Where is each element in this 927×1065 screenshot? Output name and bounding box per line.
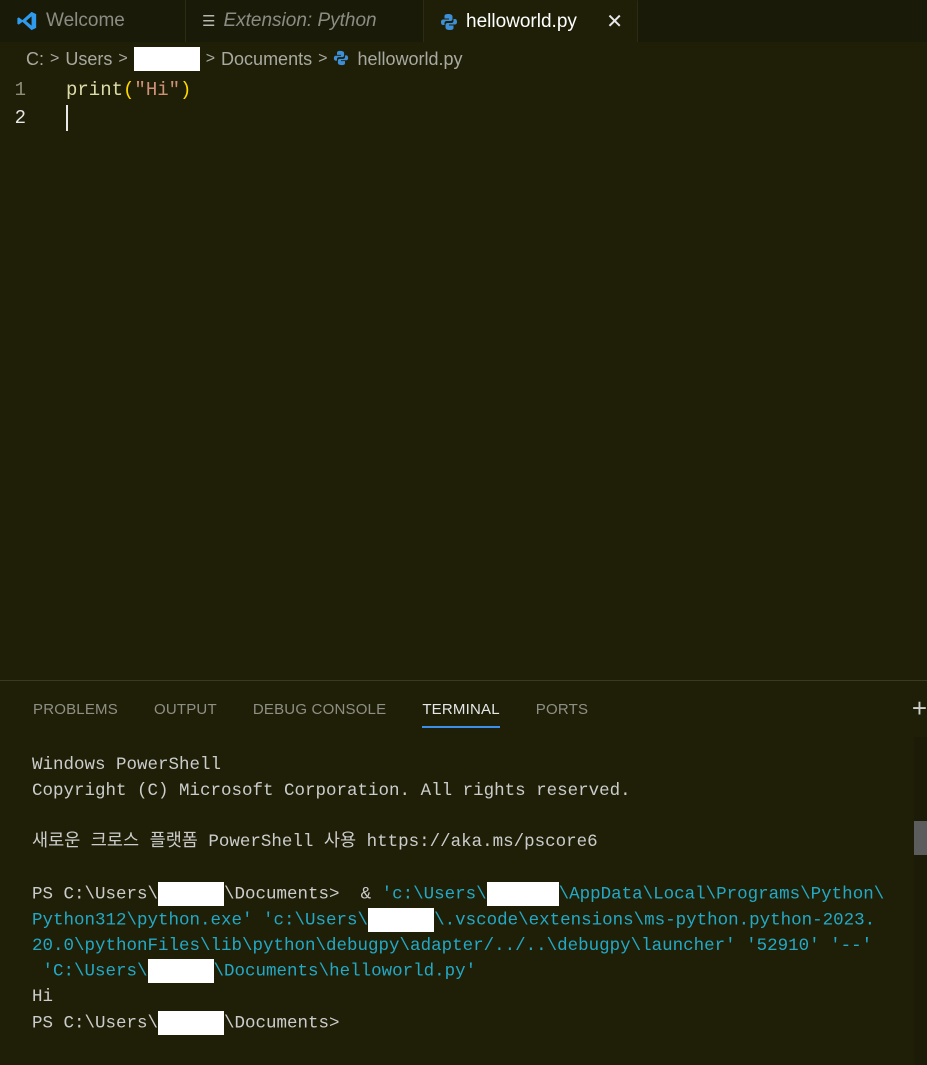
token-paren: ) [180,79,192,101]
chevron-right-icon: > [205,50,216,67]
terminal-line: 20.0\pythonFiles\lib\python\debugpy\adap… [32,935,873,956]
tab-extension-python-label: Extension: Python [223,10,377,31]
terminal-line: Python312\python.exe' 'c:\Users\ \.vscode… [32,907,892,934]
token-function: print [66,79,124,101]
breadcrumb-documents[interactable]: Documents [221,49,312,70]
tab-helloworld[interactable]: helloworld.py ✕ [424,0,638,42]
editor-tab-bar: Welcome ☰ Extension: Python helloworld.p… [0,0,927,42]
redacted-username [486,881,559,906]
chevron-right-icon: > [318,50,328,67]
terminal-scrollbar[interactable] [914,737,927,1065]
panel-tab-bar: PROBLEMS OUTPUT DEBUG CONSOLE TERMINAL P… [33,697,624,728]
line-code: print("Hi") [66,79,191,101]
line-number: 1 [14,79,26,101]
terminal-output[interactable]: Windows PowerShell Copyright (C) Microso… [32,753,892,1037]
redacted-username [368,907,435,932]
redacted-username [147,959,214,984]
redacted-username [158,881,225,906]
python-file-icon [440,13,458,31]
prompt-suffix: \Documents> [224,1013,340,1034]
call-operator: & [360,884,372,905]
line-number: 2 [14,107,26,129]
tab-debug-console[interactable]: DEBUG CONSOLE [253,697,386,728]
editor-line: 1 print("Hi") [0,76,192,104]
breadcrumb-drive[interactable]: C: [26,49,44,70]
breadcrumb-file[interactable]: helloworld.py [357,49,462,70]
tab-problems[interactable]: PROBLEMS [33,697,118,728]
chevron-right-icon: > [50,50,60,67]
terminal-line: 새로운 크로스 플랫폼 PowerShell 사용 https://aka.ms… [32,832,598,853]
breadcrumb-users[interactable]: Users [65,49,112,70]
close-icon[interactable]: ✕ [606,9,623,34]
chevron-right-icon: > [118,50,128,67]
command-text: 'c:\Users\ [381,884,487,905]
token-paren: ( [123,79,135,101]
preview-doc-icon: ☰ [202,13,216,30]
prompt-prefix: PS C:\Users\ [32,884,159,905]
command-text: Python312\python.exe' 'c:\Users\ [32,910,369,931]
tab-helloworld-label: helloworld.py [466,10,577,32]
terminal-line: Hi [32,987,54,1008]
redacted-username [158,1010,225,1035]
prompt-prefix: PS C:\Users\ [32,1013,159,1034]
bottom-panel: PROBLEMS OUTPUT DEBUG CONSOLE TERMINAL P… [0,680,927,1065]
python-file-icon [333,50,351,68]
code-editor[interactable]: 1 print("Hi") 2 [0,76,927,676]
terminal-line: 'C:\Users\ \Documents\helloworld.py' [32,959,892,985]
command-text: 'C:\Users\ [42,962,148,982]
tab-terminal[interactable]: TERMINAL [422,697,500,728]
breadcrumb: C: > Users > > Documents > helloworld.py [26,46,463,72]
tab-ports[interactable]: PORTS [536,697,588,728]
command-text: \Documents\helloworld.py' [213,962,477,982]
terminal-line: PS C:\Users\ \Documents> & 'c:\Users\ \App… [32,881,892,908]
text-cursor [66,105,68,131]
vscode-logo-icon [16,10,38,32]
terminal-line: PS C:\Users\ \Documents> [32,1010,892,1037]
token-string: "Hi" [134,79,181,101]
command-text: \.vscode\extensions\ms-python.python-202… [434,910,876,931]
scrollbar-thumb[interactable] [914,821,927,855]
editor-line: 2 [0,104,68,132]
tab-welcome-label: Welcome [46,10,125,31]
terminal-line: Windows PowerShell [32,755,222,775]
tab-welcome[interactable]: Welcome [0,0,186,42]
terminal-line: Copyright (C) Microsoft Corporation. All… [32,780,631,801]
command-text: \AppData\Local\Programs\Python\ [558,884,885,905]
tab-extension-python[interactable]: ☰ Extension: Python [186,0,424,42]
redacted-username [133,47,200,71]
prompt-suffix: \Documents> [224,884,340,905]
tab-output[interactable]: OUTPUT [154,697,217,728]
new-terminal-plus-icon[interactable]: + [912,693,927,724]
